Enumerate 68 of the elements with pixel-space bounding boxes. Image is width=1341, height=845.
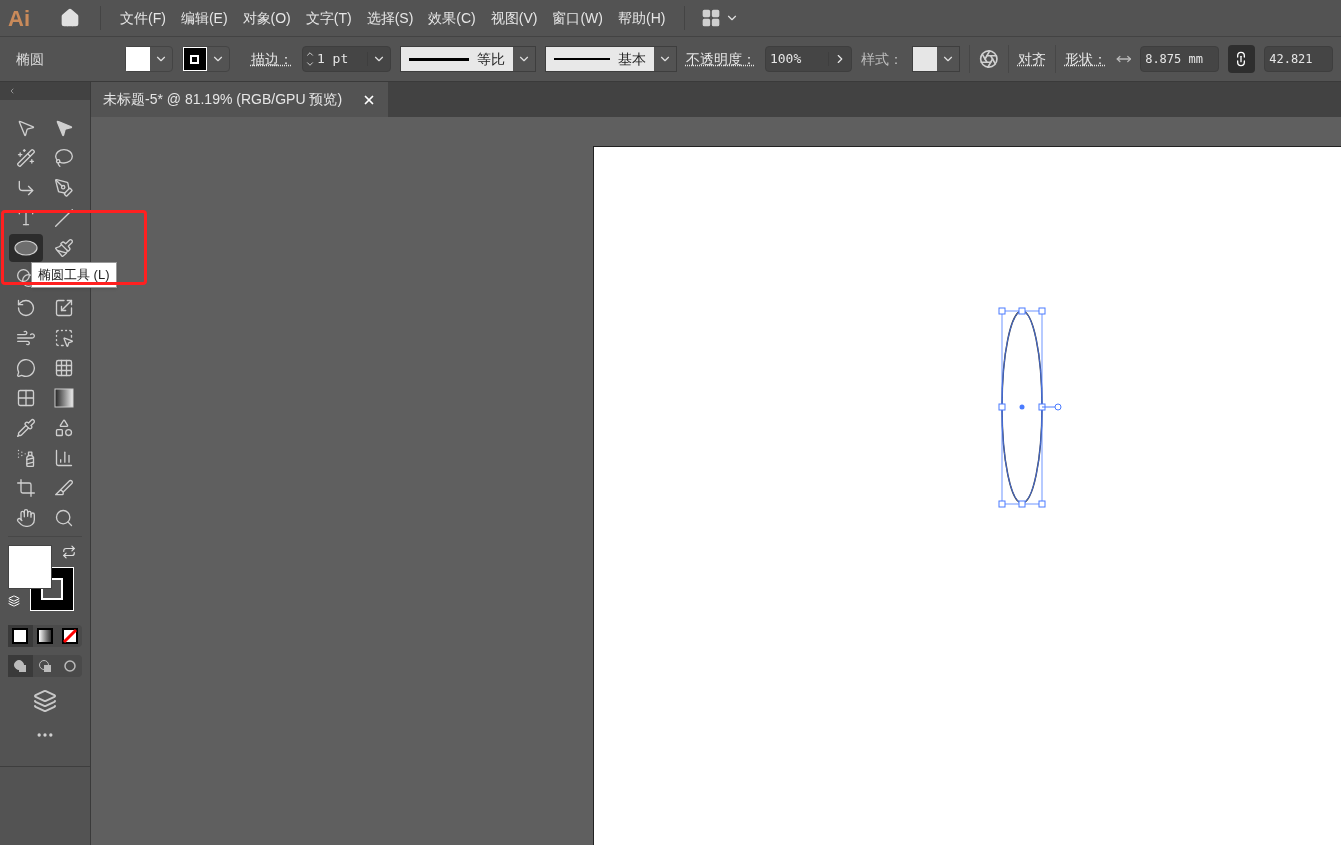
stroke-weight-field[interactable]: 1 pt <box>301 46 391 72</box>
menu-item[interactable]: 效果(C) <box>425 7 479 29</box>
workspace-layout-icon <box>701 8 722 28</box>
swap-arrows-icon[interactable] <box>62 545 76 559</box>
eyedropper-icon <box>16 418 36 438</box>
decrement-icon <box>304 59 315 69</box>
mesh-icon <box>16 388 36 408</box>
fill-swatch[interactable] <box>125 47 150 71</box>
opacity-label[interactable]: 不透明度： <box>685 48 756 70</box>
bar-graph-icon <box>54 448 74 468</box>
menu-item[interactable]: 视图(V) <box>487 7 541 29</box>
object-type-label: 椭圆 <box>15 49 45 69</box>
warp-icon <box>16 328 36 348</box>
align-label[interactable]: 对齐 <box>1017 48 1046 70</box>
magic-wand-icon <box>16 148 36 168</box>
shape-builder-icon <box>16 358 36 378</box>
no-fill-icon <box>61 628 78 644</box>
opacity-field[interactable]: 100% <box>764 46 852 72</box>
paintbrush-icon <box>54 238 74 258</box>
menu-item[interactable]: 文字(T) <box>302 7 355 29</box>
collapse-chevron-icon[interactable] <box>8 87 16 95</box>
gradient-icon <box>37 628 53 644</box>
perspective-grid-icon <box>54 358 74 378</box>
stroke-label[interactable]: 描边： <box>250 48 293 70</box>
menu-item[interactable]: 文件(F) <box>117 7 169 29</box>
spray-can-icon <box>16 448 36 468</box>
draw-inside-icon <box>62 659 77 673</box>
free-transform-icon <box>54 328 74 348</box>
fill-color-swatch[interactable] <box>8 545 52 589</box>
recolor-wheel-icon[interactable] <box>978 49 999 69</box>
ellipse-icon <box>14 240 38 256</box>
rotate-icon <box>16 298 36 318</box>
menu-item[interactable]: 窗口(W) <box>549 7 606 29</box>
draw-behind-icon <box>38 659 52 673</box>
stroke-swatch[interactable] <box>182 47 207 71</box>
menu-item[interactable]: 对象(O) <box>239 7 294 29</box>
zoom-search-icon <box>54 508 74 528</box>
link-proportions-button[interactable] <box>1227 45 1256 73</box>
solid-color-icon <box>12 628 29 644</box>
document-tab[interactable]: 未标题-5* @ 81.19% (RGB/GPU 预览) <box>91 82 389 117</box>
gradient-square-icon <box>54 388 74 408</box>
hand-icon <box>16 508 36 528</box>
blend-shapes-icon <box>54 418 74 438</box>
brush-dropdown[interactable]: 基本 <box>544 46 677 72</box>
knife-icon <box>54 478 74 498</box>
variable-width-dropdown[interactable]: 等比 <box>399 46 536 72</box>
shape-label[interactable]: 形状： <box>1064 48 1107 70</box>
selected-ellipse-drawing[interactable] <box>998 306 1062 508</box>
draw-normal-icon <box>13 659 28 673</box>
lasso-icon <box>54 148 74 168</box>
line-icon <box>54 208 74 228</box>
width-field[interactable]: 8.875 mm <box>1140 46 1219 72</box>
draw-mode-button[interactable] <box>8 655 33 677</box>
style-label: 样式： <box>860 49 903 69</box>
filled-arrow-pointer-icon <box>54 118 74 138</box>
artboard-icon <box>16 478 36 498</box>
style-swatch[interactable] <box>912 47 937 71</box>
arrow-pointer-icon <box>16 118 36 138</box>
corner-anchor-icon <box>16 178 36 198</box>
scale-icon <box>54 298 74 318</box>
pen-nib-icon <box>54 178 74 198</box>
increment-icon <box>304 49 315 59</box>
menu-item[interactable]: 帮助(H) <box>615 7 669 29</box>
tool-button[interactable] <box>9 234 43 262</box>
height-field[interactable]: 42.821 <box>1264 46 1333 72</box>
fill-mode-button[interactable] <box>8 625 33 647</box>
menu-item[interactable]: 编辑(E) <box>177 7 231 29</box>
menu-item[interactable]: 选择(S) <box>363 7 417 29</box>
